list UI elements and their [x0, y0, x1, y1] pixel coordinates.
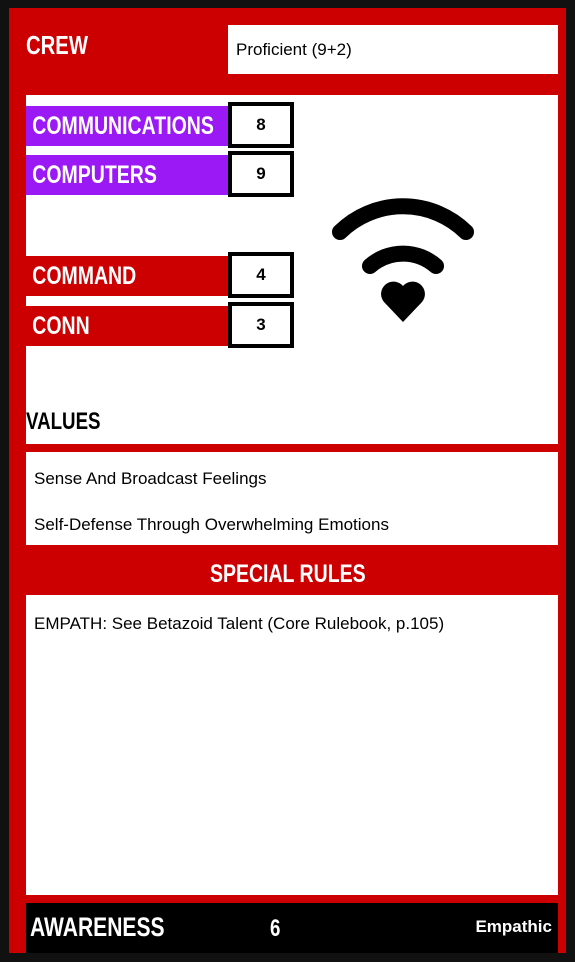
- crew-label: CREW: [26, 30, 88, 60]
- discipline-score-command: 4: [228, 252, 294, 298]
- values-title: VALUES: [26, 408, 101, 435]
- discipline-label: COMPUTERS: [32, 161, 157, 189]
- attribute-score: 6: [270, 915, 281, 942]
- footer-bar: AWARENESS 6 Empathic: [26, 903, 558, 953]
- special-rule-item: EMPATH: See Betazoid Talent (Core Rulebo…: [34, 614, 445, 633]
- special-rules-title-text: SPECIAL RULES: [209, 560, 366, 588]
- value-item: Sense And Broadcast Feelings: [34, 469, 267, 488]
- attribute-label: AWARENESS: [30, 912, 165, 942]
- discipline-score-computers: 9: [228, 151, 294, 197]
- crew-value: Proficient (9+2): [228, 25, 558, 74]
- discipline-label: COMMUNICATIONS: [32, 112, 214, 140]
- discipline-conn: CONN: [26, 306, 228, 346]
- trait-label: Empathic: [475, 917, 552, 936]
- discipline-communications: COMMUNICATIONS: [26, 106, 228, 146]
- special-rules-panel: [26, 595, 558, 895]
- discipline-label: CONN: [32, 312, 90, 340]
- discipline-label: COMMAND: [32, 262, 137, 290]
- wifi-heart-icon: [332, 198, 474, 322]
- value-item: Self-Defense Through Overwhelming Emotio…: [34, 515, 389, 534]
- discipline-score-communications: 8: [228, 102, 294, 148]
- special-rules-title: SPECIAL RULES: [0, 560, 575, 589]
- discipline-computers: COMPUTERS: [26, 155, 228, 195]
- discipline-command: COMMAND: [26, 256, 228, 296]
- discipline-score-conn: 3: [228, 302, 294, 348]
